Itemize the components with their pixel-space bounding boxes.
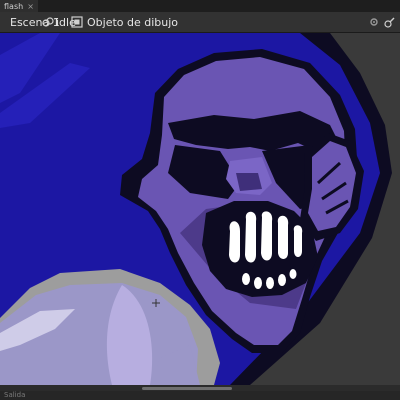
scrollbar-thumb[interactable] [142,387,232,390]
stage-canvas[interactable] [0,33,400,385]
status-label[interactable]: Salida [4,391,25,400]
breadcrumb-object[interactable]: Objeto de dibujo [87,12,178,32]
document-tab-label: flash [4,1,24,11]
edit-multiple-icon[interactable] [384,16,396,28]
close-icon[interactable]: × [27,2,34,11]
document-tab-strip: flash × [0,0,400,12]
document-tab[interactable]: flash × [0,0,38,12]
status-bar: Salida [0,391,400,400]
symbol-icon [42,17,54,27]
drawing-object-icon [71,16,83,28]
edit-bar: Escena 1 idle Objeto de dibujo [0,12,400,33]
settings-gear-icon[interactable] [368,16,380,28]
character-artwork [0,33,392,385]
